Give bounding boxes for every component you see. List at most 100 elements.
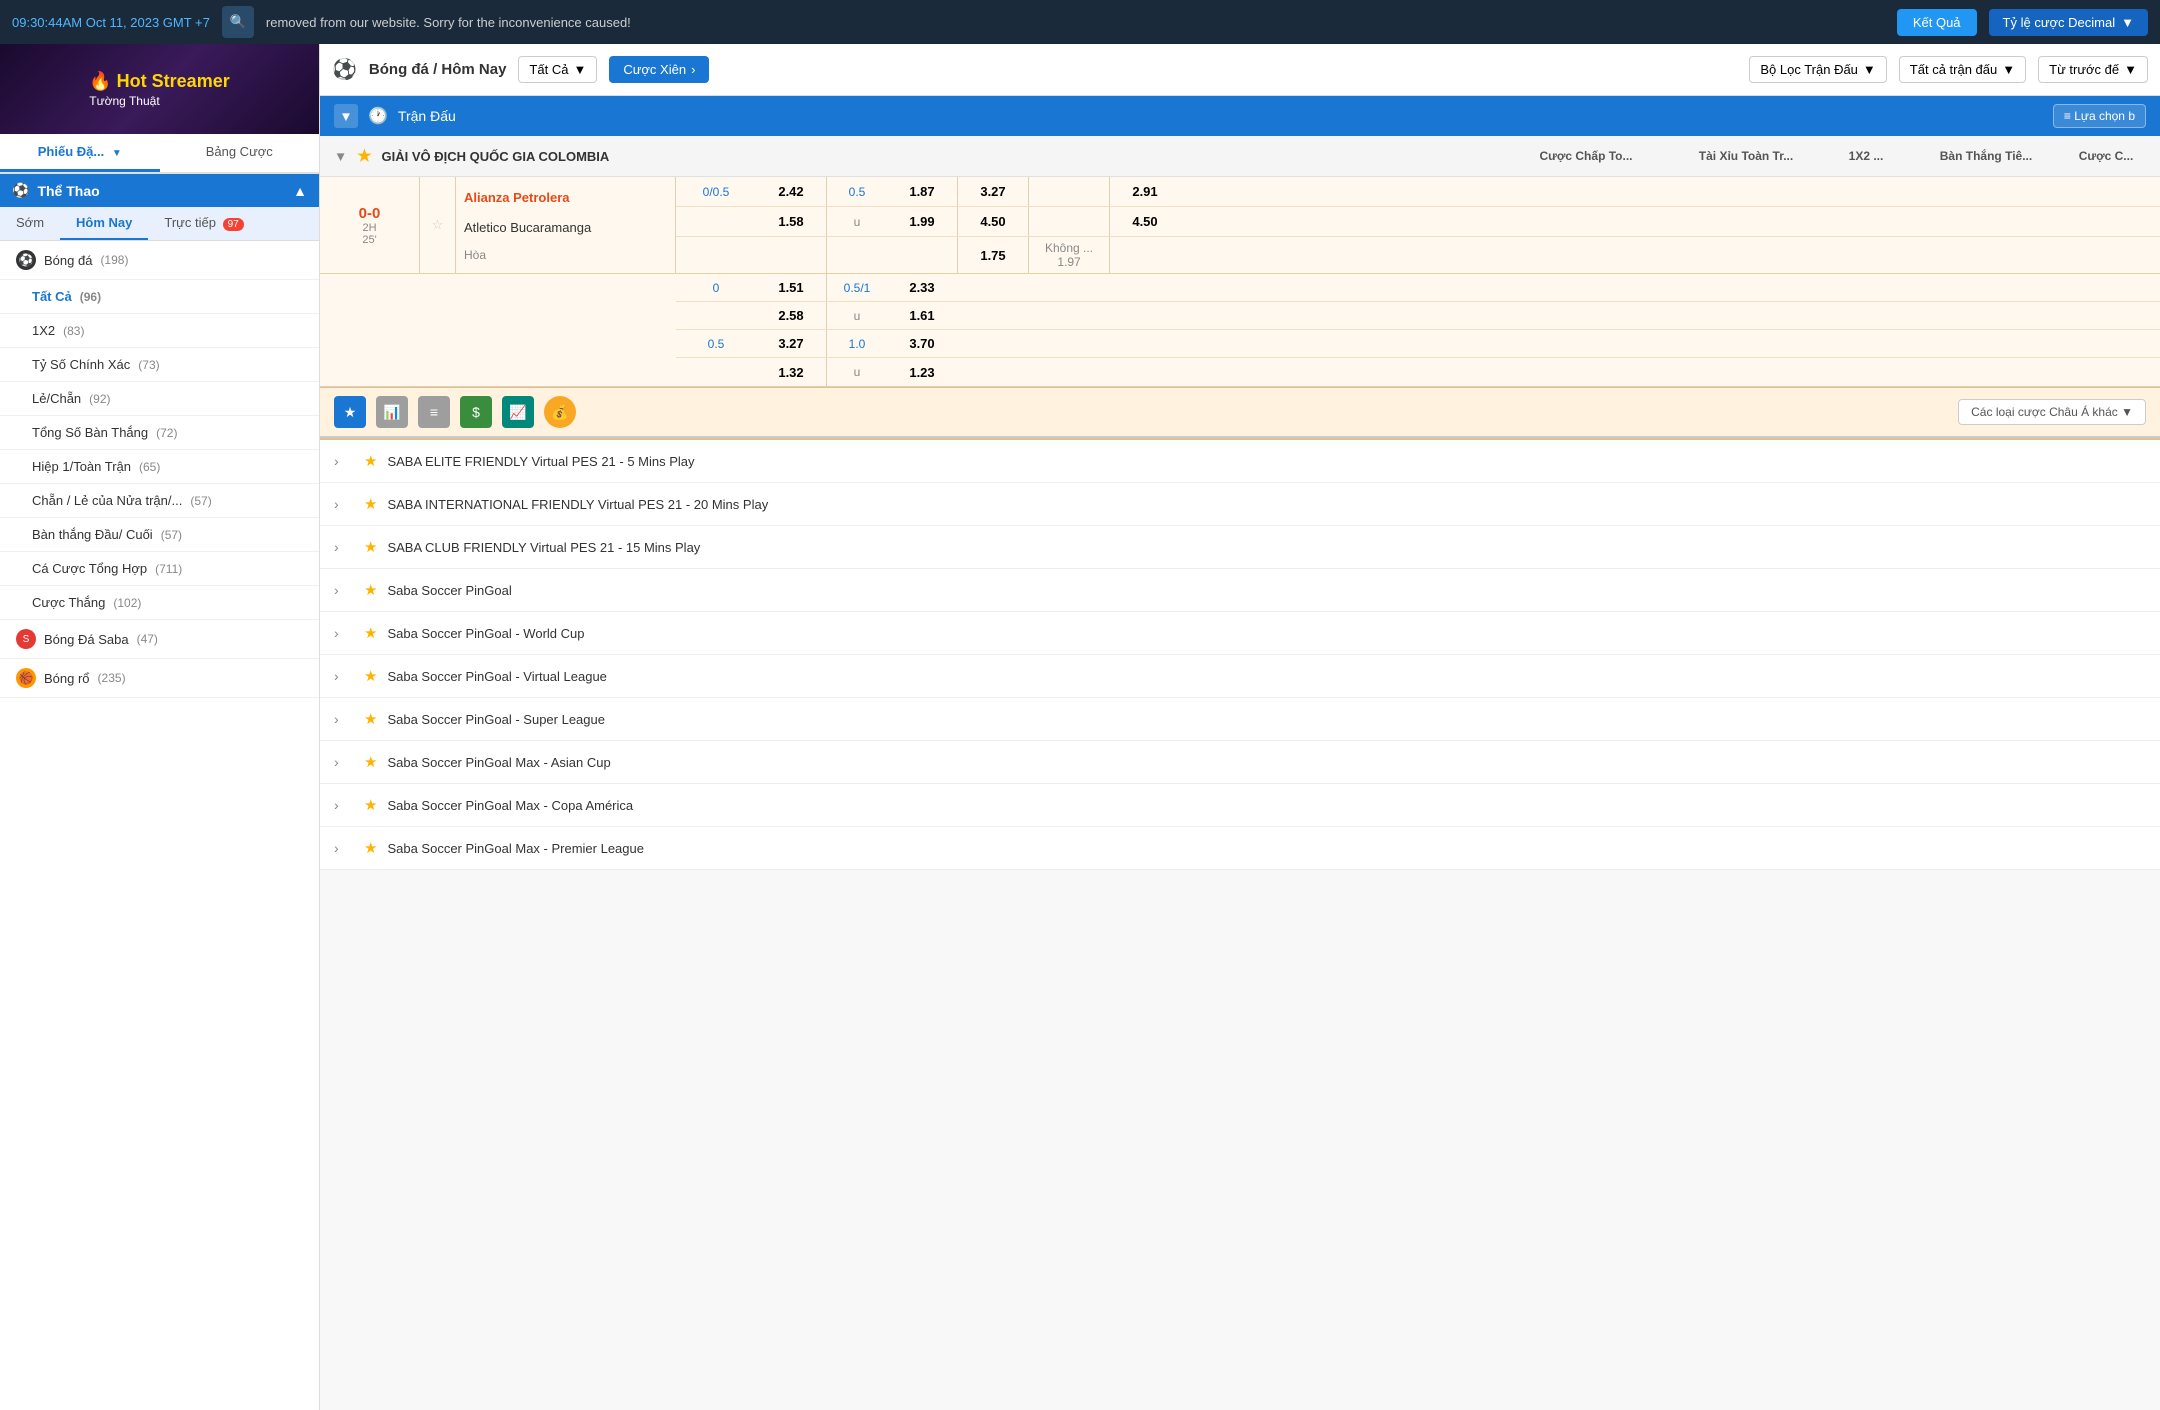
league-list-item[interactable]: › ★ Saba Soccer PinGoal Max - Copa Améri…	[320, 784, 2160, 827]
banner-sub: Tường Thuật	[89, 94, 229, 108]
league-star-icon[interactable]: ★	[364, 452, 377, 470]
action-chart-btn[interactable]: 📈	[502, 396, 534, 428]
league-list-item[interactable]: › ★ Saba Soccer PinGoal	[320, 569, 2160, 612]
ket-qua-button[interactable]: Kết Quả	[1897, 9, 1977, 36]
league-list-name: Saba Soccer PinGoal Max - Asian Cup	[387, 755, 2146, 770]
odds-ban-thang-2[interactable]	[1029, 218, 1109, 226]
league-star-icon[interactable]: ★	[364, 495, 377, 513]
the-thao-icon: ⚽	[12, 182, 29, 199]
league-star-icon[interactable]: ★	[364, 538, 377, 556]
top-bar: 09:30:44AM Oct 11, 2023 GMT +7 🔍 removed…	[0, 0, 2160, 44]
main-layout: 🔥 Hot Streamer Tường Thuật Phiếu Đặ... ▼…	[0, 44, 2160, 1410]
extra-v1-3[interactable]: 3.27	[756, 336, 826, 351]
menu-bong-da-saba[interactable]: S Bóng Đá Saba (47)	[0, 620, 319, 659]
league-list-item[interactable]: › ★ Saba Soccer PinGoal - Super League	[320, 698, 2160, 741]
extra-v1-2[interactable]: 2.58	[756, 308, 826, 323]
menu-cuoc-thang[interactable]: Cược Thắng (102)	[0, 586, 319, 620]
basketball-icon: 🏀	[16, 668, 36, 688]
odds-ban-thang-3[interactable]: Không ... 1.97	[1029, 237, 1109, 273]
league-star-icon[interactable]: ★	[364, 667, 377, 685]
league-star-icon[interactable]: ★	[364, 624, 377, 642]
league-list-item[interactable]: › ★ Saba Soccer PinGoal - Virtual League	[320, 655, 2160, 698]
tat-ca-dropdown[interactable]: Tất Cả ▼	[518, 56, 597, 83]
extra-h2-1[interactable]: 0.5/1	[827, 281, 887, 295]
odds-1x2-1[interactable]: 3.27	[958, 180, 1028, 203]
extra-h2-2[interactable]: u	[827, 309, 887, 323]
menu-tat-ca[interactable]: Tất Cả (96)	[0, 280, 319, 314]
col-1x2: 1X2 ...	[1826, 149, 1906, 163]
menu-ca-cuoc-tong-hop[interactable]: Cá Cược Tổng Hợp (711)	[0, 552, 319, 586]
odds-cuoc-c-1[interactable]: 2.91	[1110, 180, 1180, 203]
odds-taixiu-h-1[interactable]: 0.5	[827, 181, 887, 203]
action-star-btn[interactable]: ★	[334, 396, 366, 428]
odds-val-1[interactable]: 2.42	[756, 180, 826, 203]
cac-loai-btn[interactable]: Các loại cược Châu Á khác ▼	[1958, 399, 2146, 425]
expand-icon: ›	[334, 668, 354, 684]
extra-v2-4[interactable]: 1.23	[887, 365, 957, 380]
team2-name: Atletico Bucaramanga	[464, 216, 667, 239]
league-star-icon[interactable]: ★	[364, 839, 377, 857]
league-collapse-btn[interactable]: ▼	[334, 149, 347, 164]
odds-1x2-3[interactable]: 1.75	[958, 244, 1028, 267]
extra-v2-3[interactable]: 3.70	[887, 336, 957, 351]
league-list-item[interactable]: › ★ Saba Soccer PinGoal Max - Asian Cup	[320, 741, 2160, 784]
league-list-item[interactable]: › ★ Saba Soccer PinGoal - World Cup	[320, 612, 2160, 655]
league-list-item[interactable]: › ★ SABA CLUB FRIENDLY Virtual PES 21 - …	[320, 526, 2160, 569]
tab-hom-nay[interactable]: Hôm Nay	[60, 207, 148, 240]
tab-bang-cuoc[interactable]: Bảng Cược	[160, 134, 320, 172]
odds-taixiu-v-1[interactable]: 1.87	[887, 180, 957, 203]
extra-h2-3[interactable]: 1.0	[827, 337, 887, 351]
odds-val-2[interactable]: 1.58	[756, 210, 826, 233]
tab-som[interactable]: Sớm	[0, 207, 60, 240]
odds-cuoc-c-2[interactable]: 4.50	[1110, 210, 1180, 233]
league-list-item[interactable]: › ★ SABA INTERNATIONAL FRIENDLY Virtual …	[320, 483, 2160, 526]
extra-h1-3[interactable]: 0.5	[676, 337, 756, 351]
match-star-btn[interactable]: ☆	[420, 177, 456, 273]
odds-taixiu-h-2[interactable]: u	[827, 211, 887, 233]
action-stats-btn[interactable]: 📊	[376, 396, 408, 428]
odds-chap-2[interactable]	[676, 218, 756, 226]
league-star-icon[interactable]: ★	[364, 710, 377, 728]
league-star-icon[interactable]: ★	[364, 796, 377, 814]
extra-v2-1[interactable]: 2.33	[887, 280, 957, 295]
league-list-item[interactable]: › ★ Saba Soccer PinGoal Max - Premier Le…	[320, 827, 2160, 870]
menu-le-chan[interactable]: Lẻ/Chẵn (92)	[0, 382, 319, 416]
menu-chan-le-nua-tran[interactable]: Chẵn / Lẻ của Nửa trận/... (57)	[0, 484, 319, 518]
action-list-btn[interactable]: ≡	[418, 396, 450, 428]
extra-h1-1[interactable]: 0	[676, 281, 756, 295]
menu-tong-so-ban-thang[interactable]: Tổng Số Bàn Thắng (72)	[0, 416, 319, 450]
extra-v1-1[interactable]: 1.51	[756, 280, 826, 295]
odds-1x2-2[interactable]: 4.50	[958, 210, 1028, 233]
extra-h2-4[interactable]: u	[827, 365, 887, 379]
league-star-icon[interactable]: ★	[364, 753, 377, 771]
menu-bong-ro[interactable]: 🏀 Bóng rổ (235)	[0, 659, 319, 698]
collapse-icon[interactable]: ▲	[293, 183, 307, 199]
league-star-icon[interactable]: ★	[364, 581, 377, 599]
menu-hiep-1[interactable]: Hiệp 1/Toàn Trận (65)	[0, 450, 319, 484]
clock-icon: 🕐	[368, 106, 388, 126]
menu-1x2[interactable]: 1X2 (83)	[0, 314, 319, 348]
extra-v2-2[interactable]: 1.61	[887, 308, 957, 323]
collapse-all-button[interactable]: ▼	[334, 104, 358, 128]
menu-bong-da[interactable]: ⚽ Bóng đá (198)	[0, 241, 319, 280]
lua-chon-button[interactable]: ≡ Lựa chọn b	[2053, 104, 2146, 128]
football-icon: ⚽	[16, 250, 36, 270]
extra-v1-4[interactable]: 1.32	[756, 365, 826, 380]
tab-phieu-dat[interactable]: Phiếu Đặ... ▼	[0, 134, 160, 172]
tu-truoc-dropdown[interactable]: Từ trước đế ▼	[2038, 56, 2148, 83]
league-list-item[interactable]: › ★ SABA ELITE FRIENDLY Virtual PES 21 -…	[320, 440, 2160, 483]
action-money-btn[interactable]: $	[460, 396, 492, 428]
league-star[interactable]: ★	[357, 146, 371, 166]
odds-taixiu-v-2[interactable]: 1.99	[887, 210, 957, 233]
search-button[interactable]: 🔍	[222, 6, 254, 38]
ty-le-button[interactable]: Tỷ lệ cược Decimal ▼	[1989, 9, 2148, 36]
tab-truc-tiep[interactable]: Trực tiếp 97	[148, 207, 259, 240]
menu-ty-so-chinh-xac[interactable]: Tỷ Số Chính Xác (73)	[0, 348, 319, 382]
action-coin-btn[interactable]: 💰	[544, 396, 576, 428]
odds-chap-1[interactable]: 0/0.5	[676, 181, 756, 203]
menu-ban-thang-dau-cuoi[interactable]: Bàn thắng Đầu/ Cuối (57)	[0, 518, 319, 552]
cuoc-xien-button[interactable]: Cược Xiên ›	[609, 56, 709, 83]
tat-ca-tran-dropdown[interactable]: Tất cả trận đấu ▼	[1899, 56, 2026, 83]
odds-ban-thang-1[interactable]	[1029, 188, 1109, 196]
bo-loc-tran-dau-dropdown[interactable]: Bộ Lọc Trận Đấu ▼	[1749, 56, 1886, 83]
